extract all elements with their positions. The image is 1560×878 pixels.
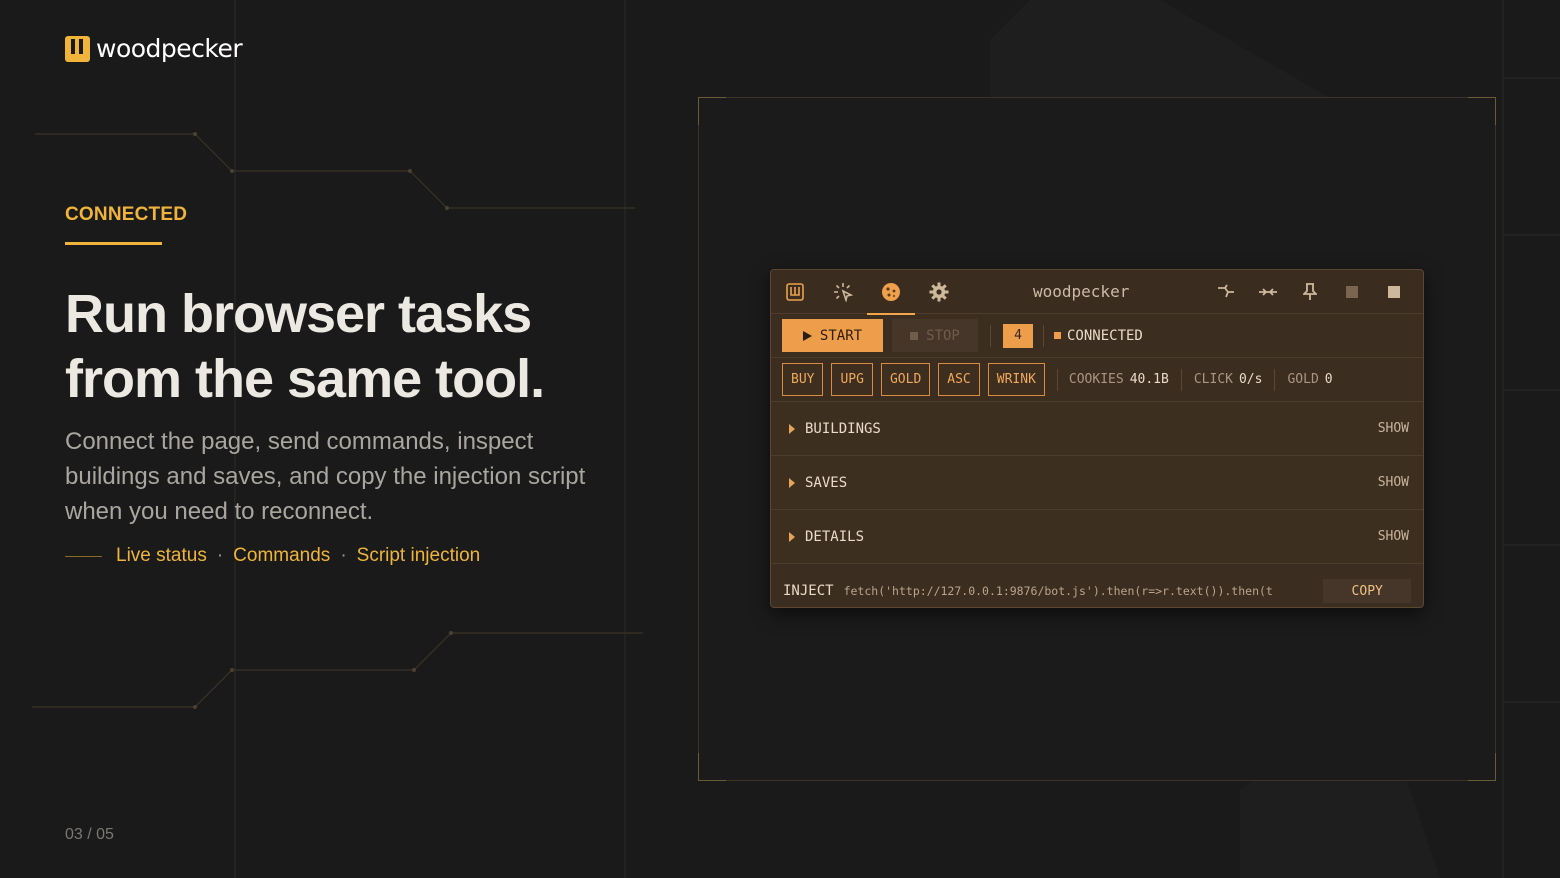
divider <box>1274 368 1276 391</box>
section-saves[interactable]: SAVES SHOW <box>771 456 1423 510</box>
frame-corner <box>1468 97 1496 125</box>
snap-button[interactable] <box>1205 270 1247 314</box>
section-label: SAVES <box>805 474 848 491</box>
subcopy: Connect the page, send commands, inspect… <box>65 428 586 525</box>
logo-icon <box>65 35 90 62</box>
window-controls <box>1205 270 1415 314</box>
gear-icon <box>929 282 949 301</box>
close-icon <box>1388 286 1400 298</box>
status-text: CONNECTED <box>1067 327 1143 344</box>
command-buy-button[interactable]: BUY <box>782 363 824 396</box>
start-label: START <box>819 327 863 344</box>
collapse-icon <box>1259 288 1277 296</box>
tab-cookie[interactable] <box>867 270 915 315</box>
show-toggle[interactable]: SHOW <box>1378 421 1409 436</box>
tag-separator: · <box>340 545 347 566</box>
stop-icon <box>910 331 919 340</box>
logo-icon <box>786 282 804 301</box>
eyebrow-underline <box>65 242 162 245</box>
slide-counter: 03 / 05 <box>65 826 114 843</box>
headline-line-1: Run browser tasks <box>65 284 532 344</box>
snap-icon <box>1218 284 1234 298</box>
section-details[interactable]: DETAILS SHOW <box>771 510 1423 564</box>
close-button[interactable] <box>1373 270 1415 314</box>
inject-label: INJECT <box>783 583 834 599</box>
show-toggle[interactable]: SHOW <box>1378 529 1409 544</box>
collapse-button[interactable] <box>1247 270 1289 314</box>
section-buildings[interactable]: BUILDINGS SHOW <box>771 402 1423 456</box>
frame-corner <box>698 97 726 125</box>
section-label: DETAILS <box>805 528 865 545</box>
stat-label: GOLD <box>1287 372 1319 387</box>
divider <box>990 324 991 347</box>
stat-cookies: COOKIES 40.1B <box>1069 372 1169 387</box>
headline-line-2: from the same tool. <box>65 349 545 409</box>
command-wrink-button[interactable]: WRINK <box>987 363 1045 396</box>
count-badge: 4 <box>1003 323 1033 348</box>
feature-tags: Live status · Commands · Script injectio… <box>65 545 480 567</box>
divider <box>1180 368 1182 391</box>
command-upg-button[interactable]: UPG <box>831 363 873 396</box>
stat-value: 0 <box>1324 372 1333 387</box>
inject-row: INJECT fetch('http://127.0.0.1:9876/bot.… <box>771 572 1423 607</box>
play-icon <box>802 330 812 341</box>
stat-label: CLICK <box>1193 372 1233 387</box>
expand-arrow-icon <box>789 423 795 434</box>
tab-settings[interactable] <box>915 270 963 314</box>
stat-click: CLICK 0/s <box>1194 372 1263 387</box>
tag-item: Script injection <box>356 545 481 566</box>
woodpecker-widget: woodpecker START STOP 4 CONNECTED BUY UP… <box>770 269 1424 608</box>
stat-gold: GOLD 0 <box>1287 372 1332 387</box>
minimize-button[interactable] <box>1331 270 1373 314</box>
tag-item: Live status <box>116 545 207 566</box>
tag-item: Commands <box>233 545 331 566</box>
pin-icon <box>1303 283 1317 300</box>
stat-label: COOKIES <box>1068 372 1124 387</box>
section-header: DETAILS <box>789 529 864 545</box>
expand-arrow-icon <box>789 477 795 488</box>
command-gold-button[interactable]: GOLD <box>880 363 931 396</box>
stat-value: 40.1B <box>1129 372 1169 387</box>
pin-button[interactable] <box>1289 270 1331 314</box>
tags-dash <box>65 555 102 557</box>
section-header: BUILDINGS <box>789 421 881 437</box>
brand-logo: woodpecker <box>65 34 243 63</box>
tag-separator: · <box>216 545 224 566</box>
connection-status: CONNECTED <box>1054 328 1143 344</box>
cookie-icon <box>882 282 900 301</box>
stat-value: 0/s <box>1238 372 1263 387</box>
stop-label: STOP <box>926 327 960 344</box>
expand-arrow-icon <box>789 531 795 542</box>
show-toggle[interactable]: SHOW <box>1378 475 1409 490</box>
widget-title: woodpecker <box>1033 282 1130 301</box>
command-asc-button[interactable]: ASC <box>938 363 980 396</box>
widget-titlebar[interactable]: woodpecker <box>771 270 1423 315</box>
minimize-icon <box>1346 286 1358 298</box>
inject-script-code[interactable]: fetch('http://127.0.0.1:9876/bot.js').th… <box>844 584 1316 598</box>
frame-corner <box>1468 753 1496 781</box>
divider <box>1056 368 1058 391</box>
page-title: Run browser tasks from the same tool. <box>65 282 665 412</box>
section-header: SAVES <box>789 475 847 491</box>
frame-corner <box>698 753 726 781</box>
copy-button[interactable]: COPY <box>1323 579 1411 603</box>
status-dot-icon <box>1054 332 1061 339</box>
brand-name: woodpecker <box>96 34 243 63</box>
section-label: BUILDINGS <box>805 420 881 437</box>
widget-toolbar: START STOP 4 CONNECTED <box>771 314 1423 358</box>
click-sparkle-icon <box>834 282 853 302</box>
divider <box>1043 324 1044 347</box>
command-bar: BUY UPG GOLD ASC WRINK COOKIES 40.1B CLI… <box>771 358 1423 402</box>
stop-button[interactable]: STOP <box>892 319 978 352</box>
tab-home[interactable] <box>771 270 819 314</box>
tab-clicker[interactable] <box>819 270 867 314</box>
eyebrow-label: CONNECTED <box>65 204 188 225</box>
start-button[interactable]: START <box>782 319 883 352</box>
